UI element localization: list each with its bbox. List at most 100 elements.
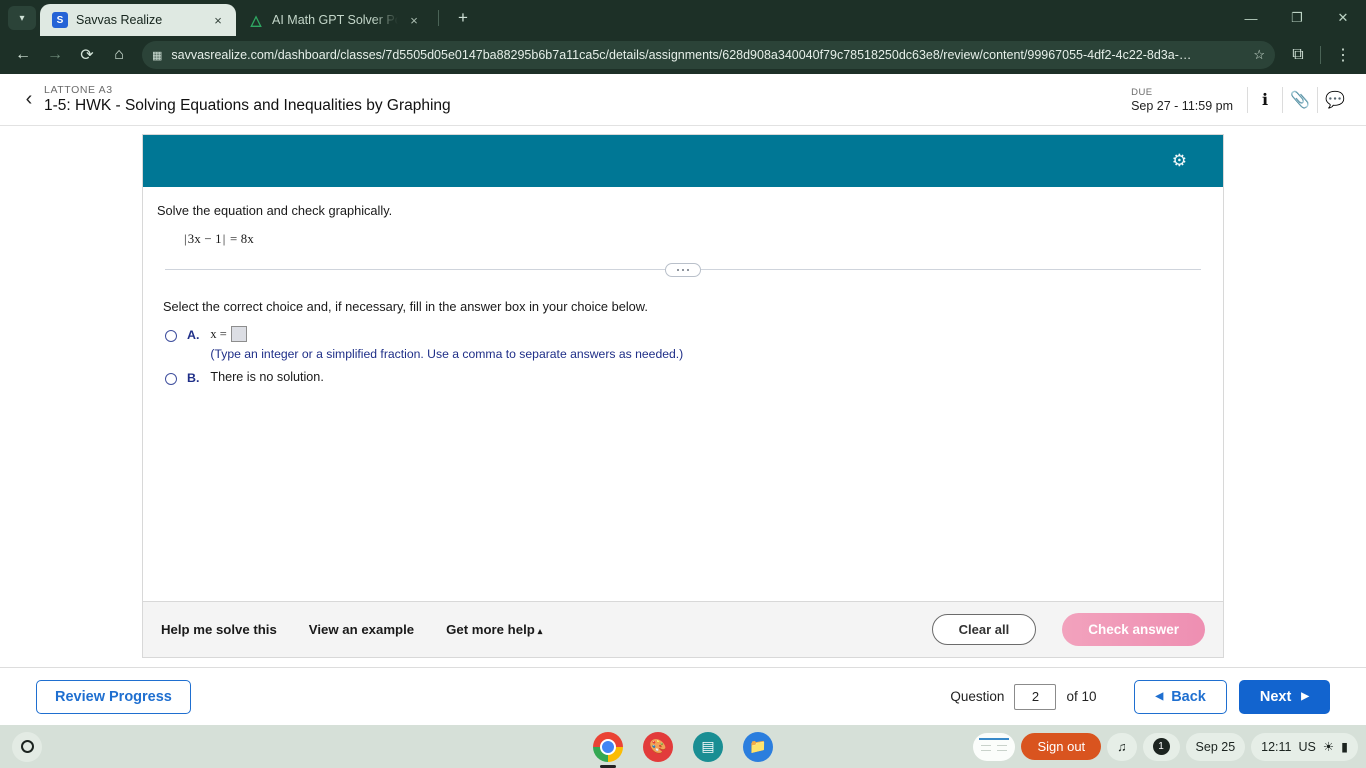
page-title: 1-5: HWK - Solving Equations and Inequal…: [44, 97, 451, 114]
class-name: LATTONE A3: [44, 84, 113, 96]
forward-icon[interactable]: →: [40, 40, 70, 70]
exercise-toolbar: ⚙: [143, 135, 1223, 187]
choice-b[interactable]: B. There is no solution.: [163, 369, 1209, 385]
battery-icon: ▮: [1341, 740, 1348, 754]
help-me-solve-this-link[interactable]: Help me solve this: [161, 622, 277, 637]
header-titles: LATTONE A3 1-5: HWK - Solving Equations …: [44, 84, 1131, 115]
launcher-icon[interactable]: [12, 731, 42, 762]
caret-right-icon: ▶: [1301, 691, 1309, 702]
panel-splitter[interactable]: [165, 263, 1201, 281]
select-instruction: Select the correct choice and, if necess…: [163, 299, 648, 314]
x-equals-label: x =: [210, 326, 227, 341]
answer-row: x =: [210, 326, 1209, 342]
back-icon[interactable]: ←: [8, 40, 38, 70]
thumb-line: [997, 749, 1008, 751]
choice-letter-b: B.: [187, 371, 200, 385]
clear-all-button[interactable]: Clear all: [931, 614, 1037, 645]
close-window-icon[interactable]: ✕: [1320, 0, 1366, 36]
answer-input-box[interactable]: [230, 326, 247, 342]
reload-icon[interactable]: ⟳: [72, 40, 102, 70]
bookmark-star-icon[interactable]: ☆: [1253, 47, 1265, 63]
thumb-line: [997, 744, 1008, 746]
media-playlist-icon[interactable]: ♫: [1107, 732, 1137, 761]
browser-tab-savvas[interactable]: S Savvas Realize ×: [40, 4, 236, 36]
question-number-input[interactable]: [1014, 683, 1057, 710]
dot: [676, 268, 680, 272]
close-icon[interactable]: ×: [406, 13, 422, 28]
savvas-logo-icon: S: [52, 12, 68, 28]
due-date-block: DUE Sep 27 - 11:59 pm: [1131, 87, 1247, 113]
page-info-icon[interactable]: ▦: [152, 49, 162, 62]
window-preview-thumbnail[interactable]: [973, 732, 1016, 761]
abs-bar-right: |: [222, 232, 226, 246]
caret-up-icon: ▴: [537, 626, 543, 636]
status-tray[interactable]: 12:11 US ☀ ▮: [1251, 732, 1358, 761]
thumb-line: [981, 749, 992, 751]
address-bar[interactable]: ▦ savvasrealize.com/dashboard/classes/7d…: [142, 41, 1275, 69]
equation-inner: 3x − 1: [187, 232, 222, 246]
next-button[interactable]: Next ▶: [1238, 679, 1330, 714]
question-total-label: of 10: [1066, 689, 1097, 704]
due-label: DUE: [1131, 86, 1153, 98]
back-label: Back: [1171, 688, 1206, 705]
get-more-help-dropdown[interactable]: Get more help ▴: [446, 622, 542, 637]
choice-b-text: There is no solution.: [210, 370, 324, 384]
files-icon[interactable]: 📁: [743, 731, 773, 762]
toolbar-actions: ⧉ ⋮: [1283, 40, 1358, 70]
radio-button-b[interactable]: [165, 373, 177, 385]
gpt-logo-icon: △: [250, 11, 262, 28]
canvas-icon[interactable]: 🎨: [643, 731, 673, 762]
chrome-icon[interactable]: [593, 731, 623, 768]
question-prompt: Solve the equation and check graphically…: [157, 203, 393, 218]
get-more-help-label: Get more help: [446, 622, 535, 637]
url-text: savvasrealize.com/dashboard/classes/7d55…: [171, 48, 1192, 62]
tab-divider: [438, 10, 439, 26]
choice-a-body: x = (Type an integer or a simplified fra…: [210, 326, 1209, 361]
browser-toolbar: ← → ⟳ ⌂ ▦ savvasrealize.com/dashboard/cl…: [0, 36, 1366, 74]
home-icon[interactable]: ⌂: [104, 40, 134, 70]
notification-tray[interactable]: 1: [1142, 732, 1180, 761]
tab-title: AI Math GPT Solver Powered by: [272, 13, 398, 27]
maximize-icon[interactable]: ❐: [1274, 0, 1320, 36]
question-label: Question: [950, 689, 1005, 704]
new-tab-button[interactable]: +: [449, 4, 477, 32]
extensions-icon[interactable]: ⧉: [1283, 40, 1313, 70]
close-icon[interactable]: ×: [210, 13, 226, 28]
equation-right: = 8x: [229, 232, 254, 246]
window-controls: — ❐ ✕: [1228, 0, 1366, 36]
dot: [681, 268, 685, 272]
view-an-example-link[interactable]: View an example: [309, 622, 414, 637]
question-navigation-bar: Review Progress Question of 10 ◀ Back Ne…: [0, 667, 1366, 725]
question-counter: Question of 10: [950, 683, 1097, 710]
input-locale: US: [1298, 739, 1316, 754]
slides-icon[interactable]: ▤: [693, 731, 723, 762]
back-chevron-icon[interactable]: ‹: [14, 88, 44, 111]
browser-menu-icon[interactable]: ⋮: [1328, 40, 1358, 70]
info-icon[interactable]: ℹ: [1248, 83, 1282, 117]
back-button[interactable]: ◀ Back: [1134, 679, 1227, 714]
wifi-icon: ☀: [1322, 740, 1335, 754]
attachment-icon[interactable]: 📎: [1283, 83, 1317, 117]
answer-hint: (Type an integer or a simplified fractio…: [210, 347, 684, 361]
browser-tab-ai-math-gpt[interactable]: △ AI Math GPT Solver Powered by ×: [236, 4, 432, 36]
comment-icon[interactable]: 💬: [1318, 83, 1352, 117]
page-content: ‹ LATTONE A3 1-5: HWK - Solving Equation…: [0, 74, 1366, 725]
active-indicator: [600, 765, 616, 768]
minimize-icon[interactable]: —: [1228, 0, 1274, 36]
tab-search-chevron-down-icon[interactable]: ▾: [8, 6, 36, 30]
choice-a[interactable]: A. x = (Type an integer or a simplified …: [163, 326, 1209, 361]
sign-out-button[interactable]: Sign out: [1021, 733, 1102, 760]
splitter-handle[interactable]: [665, 263, 701, 277]
check-answer-button[interactable]: Check answer: [1062, 613, 1205, 646]
notification-badge: 1: [1152, 738, 1170, 755]
review-progress-button[interactable]: Review Progress: [36, 679, 191, 714]
radio-button-a[interactable]: [165, 330, 177, 342]
browser-window: ▾ S Savvas Realize × △ AI Math GPT Solve…: [0, 0, 1366, 725]
shelf-app-icons: 🎨 ▤ 📁: [593, 731, 773, 768]
gear-icon[interactable]: ⚙: [1172, 151, 1187, 171]
toolbar-divider: [1320, 46, 1321, 64]
launcher-circle: [20, 740, 34, 753]
exercise-area: ⚙ Solve the equation and check graphical…: [0, 126, 1366, 725]
os-shelf: 🎨 ▤ 📁 Sign out ♫ 1 Sep 25 12:11 US ☀ ▮: [0, 725, 1366, 768]
date-display[interactable]: Sep 25: [1185, 732, 1246, 761]
